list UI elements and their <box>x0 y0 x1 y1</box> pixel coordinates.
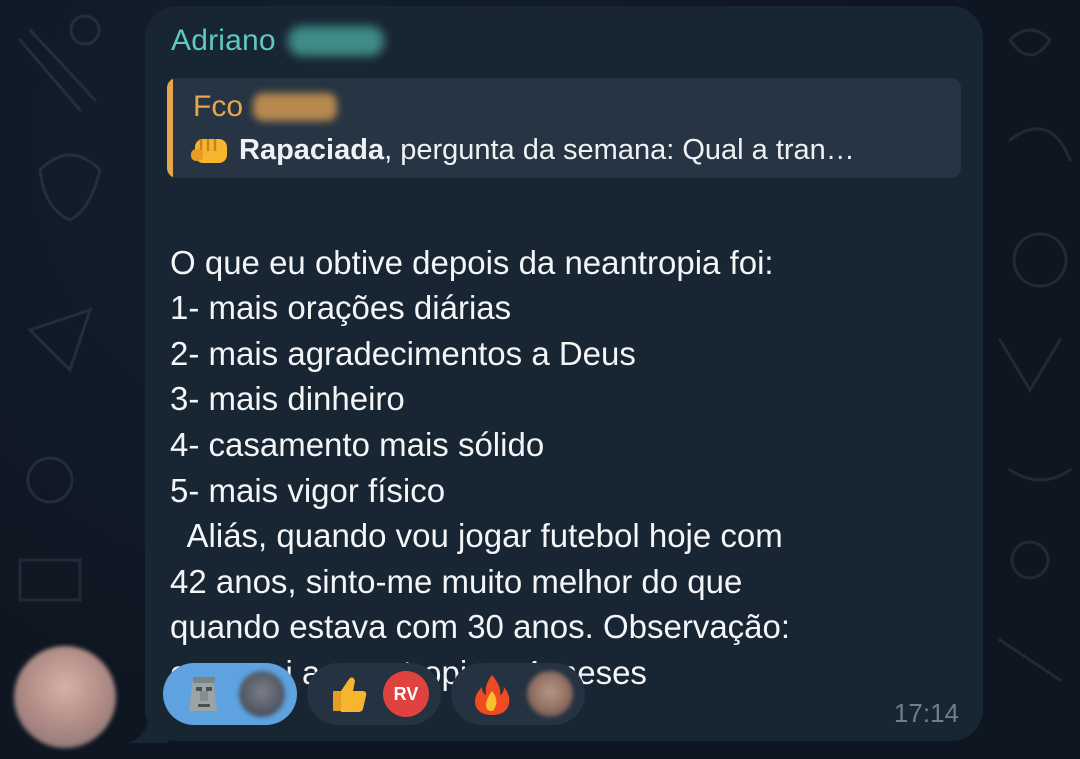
fist-bump-icon <box>191 139 227 163</box>
body-line: 42 anos, sinto-me muito melhor do que <box>170 562 743 600</box>
reaction-thumbs-up[interactable]: RV <box>307 663 441 725</box>
reactions-bar: RV <box>163 663 585 725</box>
blurred-reply-surname <box>253 93 338 121</box>
reply-rest-text: , pergunta da semana: Qual a tran… <box>384 133 855 166</box>
body-line: 3- mais dinheiro <box>170 380 405 418</box>
chat-background: Adriano Fco Rapaciada , pergunta da sema… <box>0 0 1080 759</box>
sender-avatar[interactable] <box>14 646 116 748</box>
reactor-badge-text: RV <box>393 683 419 704</box>
fire-icon <box>474 675 510 715</box>
reactor-avatar <box>239 671 285 717</box>
sender-name-text[interactable]: Adriano <box>171 24 276 58</box>
reply-author: Fco <box>193 90 338 124</box>
reactor-badge: RV <box>383 671 429 717</box>
body-line: O que eu obtive depois da neantropia foi… <box>170 243 774 281</box>
message-time: 17:14 <box>893 698 959 728</box>
body-line: 1- mais orações diárias <box>170 289 512 327</box>
body-line: Aliás, quando vou jogar futebol hoje com <box>170 517 783 555</box>
reaction-moai[interactable] <box>163 663 297 725</box>
reply-bold-text: Rapaciada <box>239 133 385 166</box>
reply-author-text: Fco <box>193 90 244 123</box>
message-bubble[interactable]: Adriano Fco Rapaciada , pergunta da sema… <box>145 6 983 741</box>
reaction-fire[interactable] <box>451 663 585 725</box>
thumbs-up-icon <box>333 677 367 712</box>
body-line: 4- casamento mais sólido <box>170 425 545 463</box>
body-line: quando estava com 30 anos. Observação: <box>170 608 791 646</box>
moai-icon <box>189 677 217 711</box>
blurred-surname <box>287 26 384 56</box>
body-line: 2- mais agradecimentos a Deus <box>170 334 636 372</box>
reply-accent-bar <box>167 78 173 178</box>
sender-name[interactable]: Adriano <box>171 24 384 58</box>
body-line: 5- mais vigor físico <box>170 471 446 509</box>
reply-preview[interactable]: Fco Rapaciada , pergunta da semana: Qual… <box>167 78 961 178</box>
reply-text: Rapaciada , pergunta da semana: Qual a t… <box>191 133 855 167</box>
reactor-avatar <box>527 671 573 717</box>
